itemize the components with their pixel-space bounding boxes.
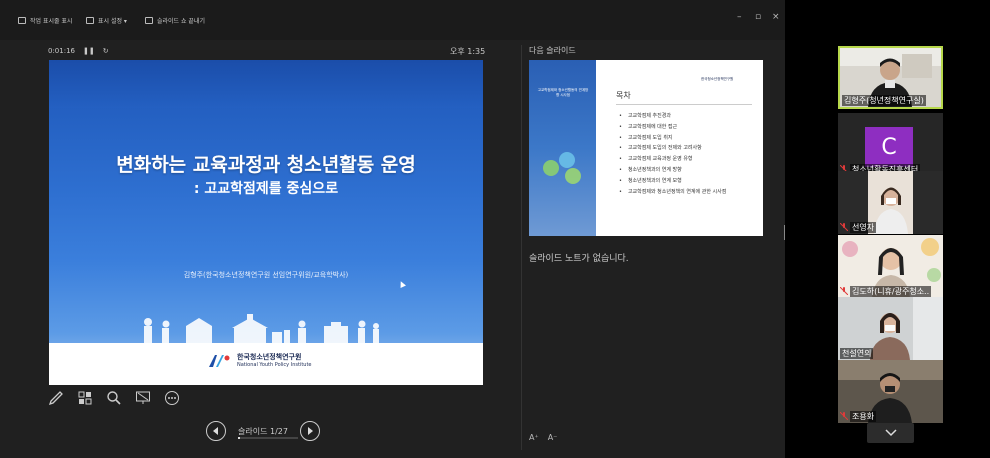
chevron-right-icon [307,427,313,435]
mic-off-icon [840,287,848,295]
toc-list: 고교학점제 추진경과 고교학점제에 대한 접근 고교학점제 도입 취지 고교학점… [619,111,726,197]
see-all-slides-icon[interactable] [77,390,93,406]
slide-counter: 슬라이드 1/27 [238,426,288,436]
toc-item: 청소년정책과의 연계 모형 [619,176,726,187]
participant-tile[interactable]: C 청소년활동진흥센터 [838,113,943,176]
display-icon [86,17,94,24]
slide-header-band [49,60,483,108]
blue-circle-graphic [559,152,575,168]
toc-item: 청소년정책과의 연계 방향 [619,165,726,176]
pause-timer-icon[interactable]: ❚❚ [83,47,95,55]
toc-item: 고교학점제 교육과정 운영 유형 [619,154,726,165]
more-options-icon[interactable] [164,390,180,406]
decrease-font-button[interactable]: A⁻ [548,433,558,442]
mic-off-icon [840,412,848,420]
notes-font-controls: A⁺ A⁻ [529,433,557,442]
slide-title: 변화하는 교육과정과 청소년활동 운영 [116,154,416,176]
display-settings-button[interactable]: 표시 설정 ▾ [86,16,127,25]
slide-progress-bar [238,437,298,439]
presenter-toolbar: 작업 표시줄 표시 표시 설정 ▾ 슬라이드 쇼 끝내기 – ▫ × [0,0,785,40]
speaker-notes[interactable]: 슬라이드 노트가 없습니다. [529,251,629,264]
toc-item: 고교학점제 도입 취지 [619,133,726,144]
slideshow-timer: 0:01:16 ❚❚ ↻ [48,47,109,55]
slide-footer: 한국청소년정책연구원 National Youth Policy Institu… [49,343,483,385]
restore-icon[interactable]: ▫ [755,12,761,22]
participant-name: 선영자 [840,221,877,233]
next-slide-logo: 한국청소년정책연구원 [701,77,734,81]
scroll-participants-button[interactable] [867,423,914,443]
current-slide[interactable]: 변화하는 교육과정과 청소년활동 운영 : 고교학점제를 중심으로 김형주(한국… [49,60,483,385]
slide-progress-fill [238,437,241,439]
zoom-icon[interactable] [106,390,122,406]
participant-name: 조용화 [840,410,877,422]
minimize-icon[interactable]: – [737,12,742,22]
participant-tile[interactable]: 조용화 [838,360,943,423]
toc-title: 목차 [616,91,631,100]
pen-icon[interactable] [48,390,64,406]
increase-font-button[interactable]: A⁺ [529,433,539,442]
elapsed-time: 0:01:16 [48,47,75,55]
nypi-logo-mark-icon [209,355,230,367]
participant-tile[interactable]: 김도하(니휴/광주청소.. [838,235,943,298]
toc-item: 고교학점제 도입의 전제와 고려사항 [619,143,726,154]
toc-divider [616,104,752,105]
participant-tile[interactable]: 천설연의 [838,297,943,360]
skyline-illustration [144,314,379,344]
nypi-logo: 한국청소년정책연구원 National Youth Policy Institu… [207,353,312,369]
chevron-down-icon [884,429,897,437]
next-slide-side-text: 고교학점제와 청소년활동의 연계방향 시사점 [537,88,589,97]
show-taskbar-button[interactable]: 작업 표시줄 표시 [18,16,72,25]
lime-circle-graphic [565,168,581,184]
slide-subtitle: : 고교학점제를 중심으로 [193,181,339,197]
end-slideshow-button[interactable]: 슬라이드 쇼 끝내기 [145,16,205,25]
chevron-left-icon [213,427,218,435]
current-time: 오후 1:35 [450,47,486,56]
participant-name: 김형주(청년정책연구실) [842,94,926,106]
next-slide-button[interactable] [299,421,320,441]
slide-author: 김형주(한국청소년정책연구원 선임연구위원/교육학박사) [183,271,349,279]
toc-item: 고교학점제 추진경과 [619,111,726,122]
mic-off-icon [840,223,848,231]
reset-timer-icon[interactable]: ↻ [103,47,109,55]
taskbar-icon [18,17,26,24]
previous-slide-button[interactable] [206,421,226,441]
presenter-tools [48,390,180,406]
next-slide-cover-band: 고교학점제와 청소년활동의 연계방향 시사점 [529,60,596,236]
participant-name: 천설연의 [840,347,874,359]
toc-item: 고교학점제와 청소년정책의 연계에 관한 시사점 [619,187,726,198]
green-circle-graphic [543,160,559,176]
participant-avatar: C [865,127,913,167]
participant-tile[interactable]: 김형주(청년정책연구실) [838,46,943,109]
toc-item: 고교학점제에 대한 접근 [619,122,726,133]
close-icon[interactable]: × [772,12,780,22]
participant-tile[interactable]: 선영자 [838,171,943,234]
next-slide-label: 다음 슬라이드 [529,46,576,55]
participant-name: 김도하(니휴/광주청소.. [840,285,932,297]
pane-divider [521,45,522,450]
next-slide-preview[interactable]: 고교학점제와 청소년활동의 연계방향 시사점 한국청소년정책연구원 목차 고교학… [529,60,763,236]
end-show-icon [145,17,153,24]
black-screen-icon[interactable] [135,390,151,406]
